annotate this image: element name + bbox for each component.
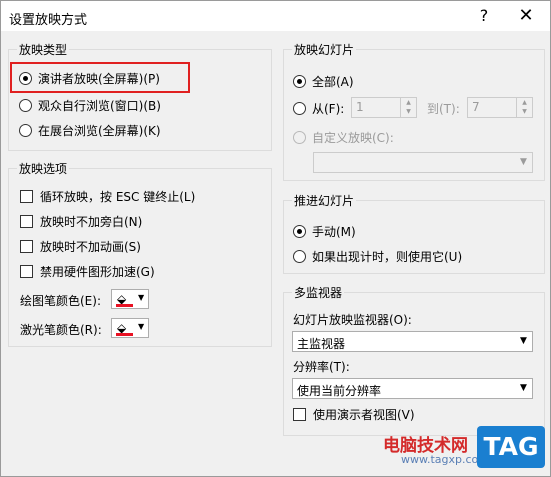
spinner-arrows: ▲ ▼ (516, 98, 532, 117)
pen-color-swatch (116, 304, 133, 307)
chevron-down-icon: ▼ (520, 157, 527, 167)
highlight-box (10, 62, 190, 93)
radio-manual[interactable]: 手动(M) (293, 222, 356, 240)
to-slide-spinner[interactable]: 7 ▲ ▼ (467, 97, 533, 118)
radio-kiosk-button[interactable] (19, 123, 32, 137)
checkbox-no-animation-box[interactable] (20, 239, 33, 253)
dialog-title: 设置放映方式 (9, 13, 88, 28)
radio-from-slides-label: 从(F): (312, 101, 345, 116)
checkbox-no-narration[interactable]: 放映时不加旁白(N) (20, 212, 142, 230)
watermark-tag-logo: TAG (477, 426, 545, 468)
radio-from-slides[interactable]: 从(F): (293, 99, 344, 117)
checkbox-presenter-view[interactable]: 使用演示者视图(V) (293, 405, 415, 423)
show-type-title: 放映类型 (17, 41, 70, 58)
radio-all-slides-button[interactable] (293, 74, 306, 88)
chevron-down-icon: ▼ (138, 293, 145, 302)
advance-title: 推进幻灯片 (292, 192, 357, 209)
checkbox-no-animation-label: 放映时不加动画(S) (40, 239, 141, 254)
arrow-down-icon[interactable]: ▼ (401, 107, 416, 116)
resolution-label-text: 分辨率(T): (293, 359, 350, 374)
monitors-title: 多监视器 (292, 284, 345, 301)
radio-all-slides[interactable]: 全部(A) (293, 72, 354, 90)
radio-from-slides-button[interactable] (293, 101, 306, 115)
watermark-url: www.tagxp.com (401, 453, 489, 466)
laser-color-label-text: 激光笔颜色(R): (20, 322, 102, 337)
pen-color-button[interactable]: ⬙ ▼ (111, 289, 149, 309)
show-options-title: 放映选项 (17, 160, 70, 177)
chevron-down-icon: ▼ (520, 336, 527, 346)
slides-title: 放映幻灯片 (292, 41, 357, 58)
radio-kiosk-label: 在展台浏览(全屏幕)(K) (38, 123, 161, 138)
pen-color-label-text: 绘图笔颜色(E): (20, 293, 101, 308)
radio-audience-label: 观众自行浏览(窗口)(B) (38, 98, 161, 113)
radio-audience-button[interactable] (19, 98, 32, 112)
arrow-down-icon[interactable]: ▼ (517, 107, 532, 116)
radio-use-timings-label: 如果出现计时，则使用它(U) (312, 249, 463, 264)
radio-all-slides-label: 全部(A) (312, 74, 354, 89)
radio-manual-label: 手动(M) (312, 224, 356, 239)
dialog: 设置放映方式 ? ✕ 放映类型 演讲者放映(全屏幕)(P) 观众自行浏览(窗口)… (0, 0, 551, 477)
resolution-select[interactable]: 使用当前分辨率 ▼ (292, 378, 533, 399)
monitor-label-text: 幻灯片放映监视器(O): (293, 312, 412, 327)
pen-color-label: 绘图笔颜色(E): (20, 291, 101, 309)
arrow-up-icon[interactable]: ▲ (401, 98, 416, 107)
checkbox-disable-hw-accel-box[interactable] (20, 264, 33, 278)
radio-kiosk[interactable]: 在展台浏览(全屏幕)(K) (19, 121, 161, 139)
from-slide-value: 1 (356, 100, 364, 114)
radio-custom-show-label: 自定义放映(C): (312, 130, 394, 145)
checkbox-loop-label: 循环放映，按 ESC 键终止(L) (40, 189, 196, 204)
to-label-text: 到(T): (427, 101, 460, 116)
radio-manual-button[interactable] (293, 224, 306, 238)
checkbox-no-narration-box[interactable] (20, 214, 33, 228)
monitor-label: 幻灯片放映监视器(O): (293, 310, 412, 328)
checkbox-presenter-view-label: 使用演示者视图(V) (313, 407, 415, 422)
radio-audience[interactable]: 观众自行浏览(窗口)(B) (19, 96, 161, 114)
checkbox-loop[interactable]: 循环放映，按 ESC 键终止(L) (20, 187, 195, 205)
monitor-value: 主监视器 (297, 337, 346, 351)
title-bar: 设置放映方式 ? ✕ (1, 1, 550, 31)
laser-color-swatch (116, 333, 133, 336)
radio-custom-show-button[interactable] (293, 130, 306, 144)
to-label: 到(T): (427, 99, 460, 117)
from-slide-spinner[interactable]: 1 ▲ ▼ (351, 97, 417, 118)
arrow-up-icon[interactable]: ▲ (517, 98, 532, 107)
resolution-value: 使用当前分辨率 (297, 384, 382, 398)
to-slide-value: 7 (472, 100, 480, 114)
chevron-down-icon: ▼ (138, 322, 145, 331)
checkbox-disable-hw-accel-label: 禁用硬件图形加速(G) (40, 264, 155, 279)
laser-color-button[interactable]: ⬙ ▼ (111, 318, 149, 338)
checkbox-presenter-view-box[interactable] (293, 407, 306, 421)
close-button[interactable]: ✕ (515, 5, 537, 27)
laser-color-label: 激光笔颜色(R): (20, 320, 102, 338)
spinner-arrows: ▲ ▼ (400, 98, 416, 117)
checkbox-disable-hw-accel[interactable]: 禁用硬件图形加速(G) (20, 262, 155, 280)
radio-custom-show[interactable]: 自定义放映(C): (293, 128, 394, 146)
checkbox-loop-box[interactable] (20, 189, 33, 203)
radio-use-timings[interactable]: 如果出现计时，则使用它(U) (293, 247, 462, 265)
radio-use-timings-button[interactable] (293, 249, 306, 263)
resolution-label: 分辨率(T): (293, 357, 350, 375)
checkbox-no-narration-label: 放映时不加旁白(N) (40, 214, 143, 229)
help-button[interactable]: ? (473, 5, 495, 27)
monitor-select[interactable]: 主监视器 ▼ (292, 331, 533, 352)
custom-show-select[interactable]: ▼ (313, 152, 533, 173)
checkbox-no-animation[interactable]: 放映时不加动画(S) (20, 237, 141, 255)
chevron-down-icon: ▼ (520, 383, 527, 393)
